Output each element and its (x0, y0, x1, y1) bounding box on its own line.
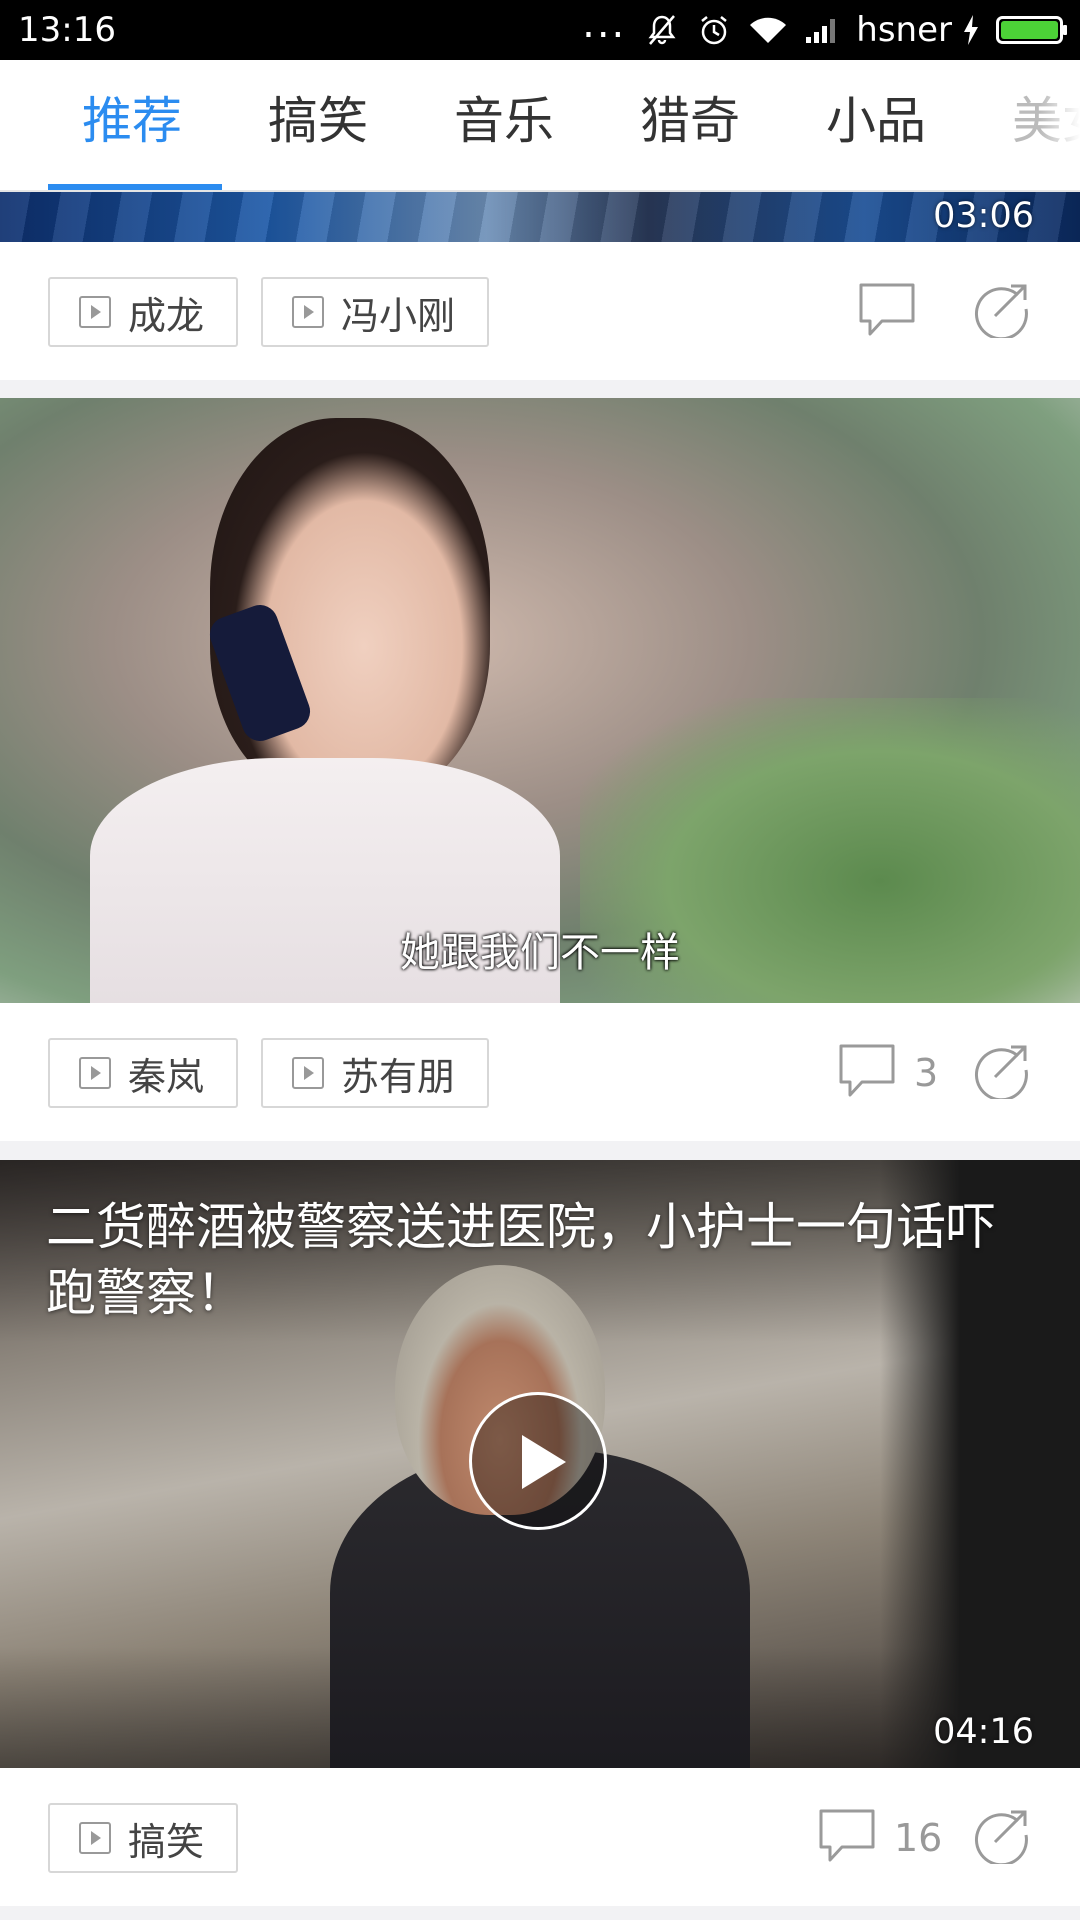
thumbnail-image (0, 192, 1080, 242)
play-icon (522, 1435, 566, 1489)
tag-label: 冯小刚 (341, 293, 456, 338)
video-duration: 04:16 (933, 1712, 1034, 1752)
video-subtitle: 她跟我们不一样 (400, 930, 680, 976)
tab-funny[interactable]: 搞笑 (268, 60, 368, 190)
tag-button[interactable]: 冯小刚 (261, 277, 489, 347)
play-small-icon (78, 295, 112, 329)
play-small-icon (78, 1056, 112, 1090)
wifi-icon (748, 13, 788, 47)
signal-icon (804, 15, 840, 45)
play-button[interactable] (469, 1392, 607, 1530)
status-bar: 13:16 ... hsner (0, 0, 1080, 60)
carrier-name: hsner (856, 10, 952, 50)
comment-count: 3 (914, 1051, 939, 1095)
tab-recommend[interactable]: 推荐 (82, 60, 182, 190)
share-button[interactable] (973, 1041, 1031, 1103)
play-small-icon (291, 295, 325, 329)
share-icon (973, 1810, 1031, 1868)
comment-icon (858, 282, 916, 342)
comment-count: 16 (894, 1816, 943, 1860)
category-tab-bar: 推荐 搞笑 音乐 猎奇 小品 美女 (0, 60, 1080, 192)
video-thumbnail[interactable]: 她跟我们不一样 (0, 398, 1080, 1003)
status-time: 13:16 (18, 10, 116, 50)
tag-button[interactable]: 秦岚 (48, 1038, 238, 1108)
tag-label: 苏有朋 (341, 1054, 456, 1099)
video-thumbnail[interactable]: 03:06 (0, 192, 1080, 242)
comment-button[interactable] (858, 282, 934, 342)
play-small-icon (78, 1821, 112, 1855)
charging-icon (962, 14, 980, 46)
comment-button[interactable]: 3 (838, 1043, 938, 1103)
alarm-icon (696, 12, 732, 48)
tag-label: 搞笑 (128, 1819, 205, 1864)
share-button[interactable] (973, 1806, 1031, 1868)
share-button[interactable] (973, 280, 1031, 342)
comment-icon (838, 1043, 896, 1103)
mute-icon (644, 12, 680, 48)
video-meta-row: 秦岚 苏有朋 3 (0, 1003, 1080, 1141)
battery-icon (996, 14, 1068, 46)
tab-bar-fade (1040, 60, 1080, 190)
share-icon (973, 284, 1031, 342)
tag-button[interactable]: 搞笑 (48, 1803, 238, 1873)
tag-button[interactable]: 苏有朋 (261, 1038, 489, 1108)
tag-button[interactable]: 成龙 (48, 277, 238, 347)
video-duration: 03:06 (933, 196, 1034, 236)
video-meta-row: 成龙 冯小刚 (0, 242, 1080, 380)
play-small-icon (291, 1056, 325, 1090)
status-icons: ... hsner (582, 0, 1080, 60)
tab-skits[interactable]: 小品 (826, 60, 926, 190)
video-thumbnail[interactable]: 二货醉酒被警察送进医院，小护士一句话吓跑警察！ 04:16 (0, 1160, 1080, 1768)
comment-button[interactable]: 16 (818, 1808, 942, 1868)
tag-label: 成龙 (128, 293, 205, 338)
share-icon (973, 1045, 1031, 1103)
tag-label: 秦岚 (128, 1054, 205, 1099)
active-tab-indicator (48, 184, 222, 190)
video-meta-row: 搞笑 16 (0, 1768, 1080, 1906)
video-title: 二货醉酒被警察送进医院，小护士一句话吓跑警察！ (46, 1198, 996, 1322)
tab-curious[interactable]: 猎奇 (640, 60, 740, 190)
notification-dots: ... (582, 1, 627, 47)
tab-music[interactable]: 音乐 (454, 60, 554, 190)
comment-icon (818, 1808, 876, 1868)
